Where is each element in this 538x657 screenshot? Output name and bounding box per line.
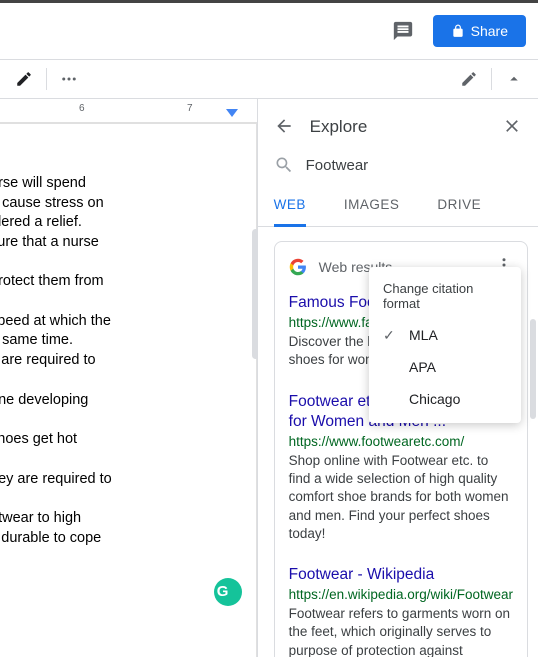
comment-icon <box>392 20 414 42</box>
explore-results: Web results Famous Footw https://www.fam… <box>258 227 538 657</box>
tab-drive[interactable]: DRIVE <box>437 185 481 226</box>
citation-option-apa[interactable]: APA <box>369 351 521 383</box>
more-tools-button[interactable] <box>53 63 85 95</box>
search-icon <box>274 155 294 175</box>
doc-line: one developing <box>0 391 256 411</box>
close-explore-button[interactable] <box>502 116 522 139</box>
doc-line: urse will spend <box>0 174 256 194</box>
more-horizontal-icon <box>60 70 78 88</box>
ruler-number: 6 <box>79 103 85 114</box>
doc-line: shoes get hot <box>0 430 256 450</box>
pencil-icon <box>460 70 478 88</box>
doc-line: o cause stress on <box>0 194 256 214</box>
doc-line: y durable to cope <box>0 529 256 549</box>
back-button[interactable] <box>274 116 294 139</box>
expand-panel-button[interactable] <box>498 63 530 95</box>
doc-line: protect them from <box>0 272 256 292</box>
pencil-icon <box>15 70 33 88</box>
topbar: Share <box>0 3 538 59</box>
citation-option-mla[interactable]: MLA <box>369 319 521 351</box>
grammarly-badge[interactable]: G <box>214 578 242 606</box>
doc-line: sure that a nurse <box>0 233 256 253</box>
doc-line: hey are required to <box>0 470 256 490</box>
result-title[interactable]: Footwear - Wikipedia <box>289 565 513 585</box>
result-url: https://www.footwearetc.com/ <box>289 434 513 449</box>
edit-tool-left[interactable] <box>8 63 40 95</box>
chevron-up-icon <box>505 70 523 88</box>
share-label: Share <box>471 23 508 39</box>
toolbar-separator <box>491 68 492 90</box>
indent-marker-icon <box>226 109 238 119</box>
share-button[interactable]: Share <box>433 15 526 47</box>
result-url: https://en.wikipedia.org/wiki/Footwear <box>289 587 513 602</box>
citation-format-menu: Change citation format MLA APA Chicago <box>369 267 521 423</box>
doc-line: e same time. <box>0 331 256 351</box>
document-page[interactable]: urse will spend o cause stress on idered… <box>0 123 257 657</box>
arrow-left-icon <box>274 116 294 136</box>
result-snippet: Shop online with Footwear etc. to find a… <box>289 452 513 543</box>
editing-mode-button[interactable] <box>453 63 485 95</box>
search-result: Footwear - Wikipedia https://en.wikipedi… <box>289 565 513 657</box>
main-area: 6 7 urse will spend o cause stress on id… <box>0 99 538 657</box>
explore-title: Explore <box>310 117 368 137</box>
right-indent-marker[interactable] <box>226 109 238 122</box>
doc-line: y are required to <box>0 351 256 371</box>
citation-menu-label: Change citation format <box>369 275 521 319</box>
tab-web[interactable]: WEB <box>274 185 306 227</box>
explore-panel: Explore WEB IMAGES DRIVE Web results <box>257 99 538 657</box>
explore-header: Explore <box>258 99 538 155</box>
toolbar <box>0 59 538 99</box>
explore-tabs: WEB IMAGES DRIVE <box>258 185 538 227</box>
doc-line: idered a relief. <box>0 213 256 233</box>
citation-option-chicago[interactable]: Chicago <box>369 383 521 415</box>
doc-line: otwear to high <box>0 509 256 529</box>
ruler[interactable]: 6 7 <box>0 99 257 123</box>
explore-search-row <box>258 155 538 185</box>
doc-line: speed at which the <box>0 312 256 332</box>
close-icon <box>502 116 522 136</box>
toolbar-separator <box>46 68 47 90</box>
tab-images[interactable]: IMAGES <box>344 185 400 226</box>
lock-icon <box>451 24 465 38</box>
explore-search-input[interactable] <box>306 157 522 174</box>
comment-history-button[interactable] <box>385 13 421 49</box>
ruler-number: 7 <box>187 103 193 114</box>
result-snippet: Footwear refers to garments worn on the … <box>289 605 513 657</box>
document-area: 6 7 urse will spend o cause stress on id… <box>0 99 257 657</box>
explore-scrollbar[interactable] <box>530 319 536 419</box>
google-logo-icon <box>289 258 307 276</box>
